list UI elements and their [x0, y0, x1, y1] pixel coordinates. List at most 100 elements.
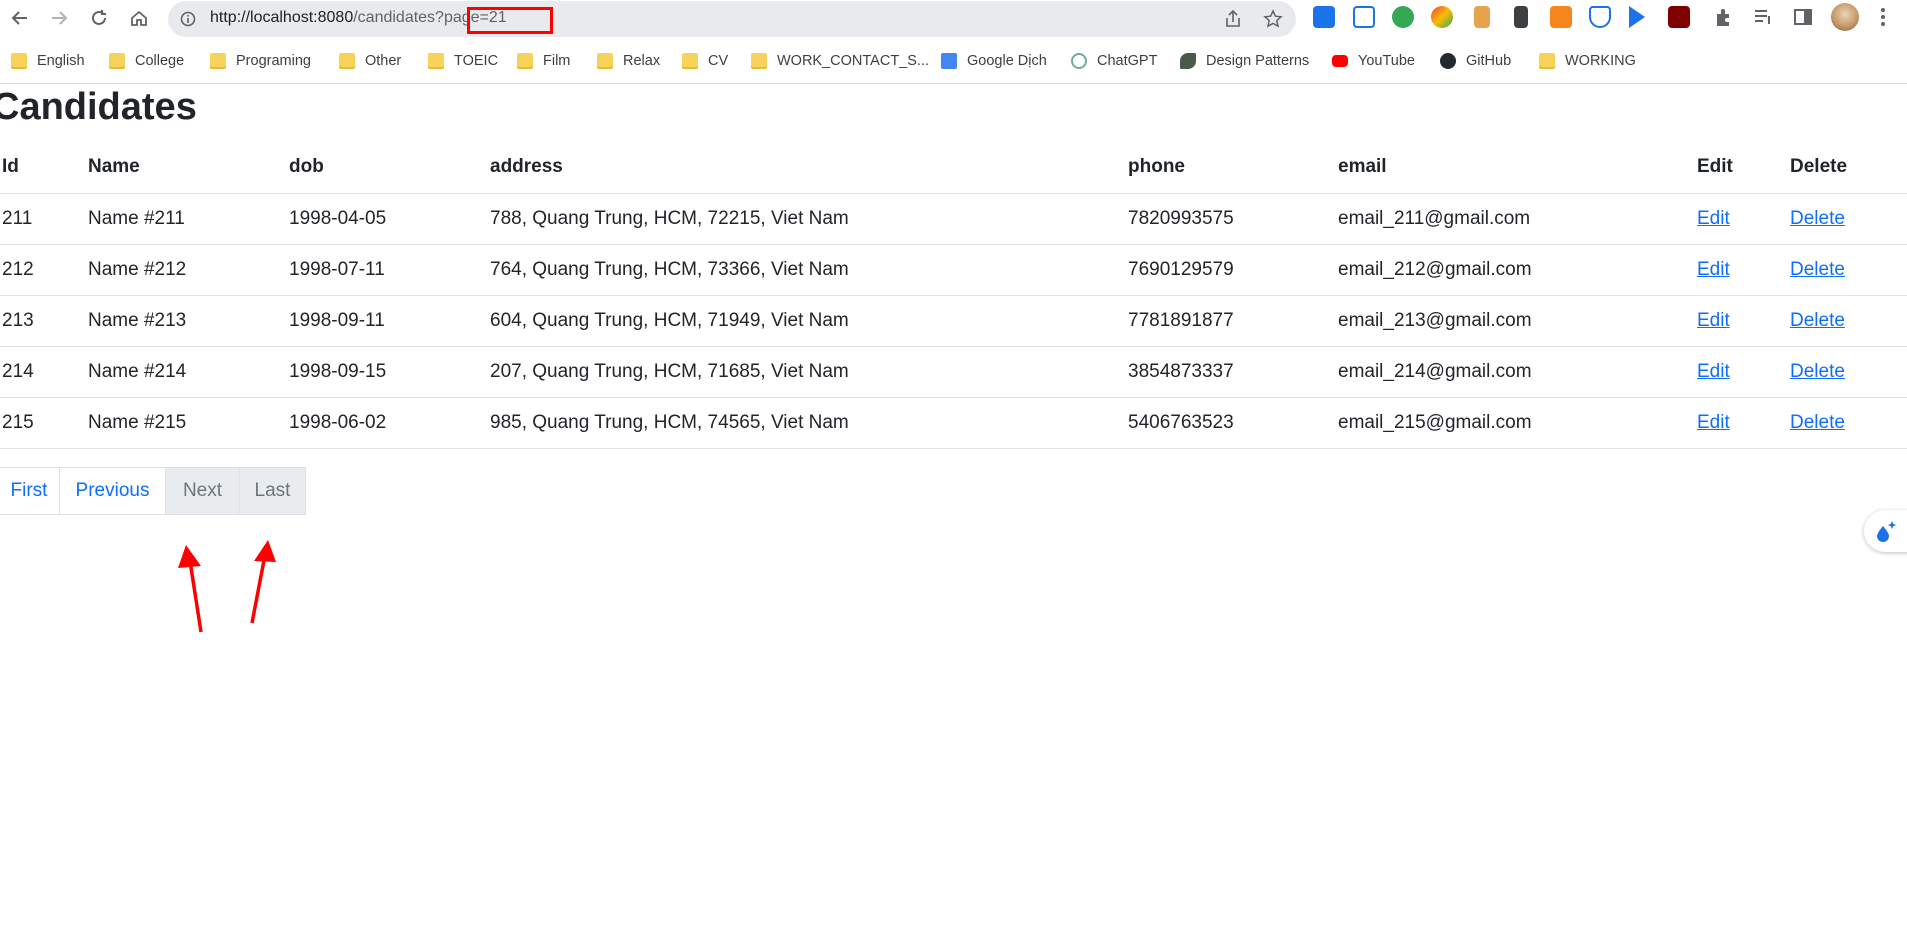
cell-phone: 7690129579 — [1128, 244, 1338, 296]
folder-icon — [109, 53, 125, 69]
pagination: First Previous Next Last — [0, 467, 306, 515]
cell-name: Name #213 — [88, 295, 289, 347]
cell-address: 207, Quang Trung, HCM, 71685, Viet Nam — [490, 346, 1128, 398]
bookmark-label: Relax — [623, 53, 661, 69]
edit-link[interactable]: Edit — [1697, 208, 1730, 229]
column-header-dob: dob — [289, 142, 490, 194]
back-arrow-icon — [11, 11, 27, 25]
bookmark-college[interactable]: College — [109, 50, 184, 72]
bookmark-label: CV — [708, 53, 729, 69]
delete-link[interactable]: Delete — [1790, 310, 1845, 331]
bookmark-relax[interactable]: Relax — [597, 50, 660, 72]
design-patterns-icon — [1180, 53, 1196, 69]
bookmark-label: Other — [365, 53, 402, 69]
bookmark-film[interactable]: Film — [517, 50, 570, 72]
cell-email: email_213@gmail.com — [1338, 295, 1697, 347]
bookmark-other[interactable]: Other — [339, 50, 401, 72]
youtube-icon — [1332, 55, 1348, 67]
color-extension-icon[interactable] — [1431, 6, 1453, 28]
bookmark-work-contact[interactable]: WORK_CONTACT_S... — [751, 50, 929, 72]
bookmark-cv[interactable]: CV — [682, 50, 728, 72]
cell-delete: Delete — [1790, 295, 1907, 347]
table-row: 215 Name #215 1998-06-02 985, Quang Trun… — [0, 397, 1907, 449]
extensions-puzzle-icon[interactable] — [1713, 6, 1735, 28]
folder-icon — [751, 53, 767, 69]
cell-dob: 1998-09-15 — [289, 346, 490, 398]
browser-menu-icon[interactable] — [1872, 6, 1894, 28]
metamask-extension-icon[interactable] — [1550, 6, 1572, 28]
url-highlight-box — [467, 7, 553, 34]
ublock-extension-icon[interactable] — [1668, 6, 1690, 28]
bookmark-design-patterns[interactable]: Design Patterns — [1180, 50, 1309, 72]
url-text[interactable]: http://localhost:8080/candidates?page=21 — [210, 9, 507, 27]
cell-edit: Edit — [1697, 346, 1790, 398]
delete-link[interactable]: Delete — [1790, 259, 1845, 280]
cell-dob: 1998-07-11 — [289, 244, 490, 296]
reading-list-icon[interactable] — [1752, 6, 1774, 28]
site-info-icon[interactable] — [180, 11, 196, 27]
browser-chrome: http://localhost:8080/candidates?page=21… — [0, 0, 1907, 84]
mail-extension-icon[interactable] — [1353, 6, 1375, 28]
pagination-first-button[interactable]: First — [0, 467, 60, 515]
folder-icon — [597, 53, 613, 69]
page-title: Candidates — [0, 86, 197, 128]
share-icon[interactable] — [1223, 9, 1243, 29]
cell-delete: Delete — [1790, 346, 1907, 398]
bookmark-label: GitHub — [1466, 53, 1512, 69]
bookmark-working[interactable]: WORKING — [1539, 50, 1636, 72]
home-icon — [131, 10, 147, 26]
floating-assistant-button[interactable] — [1864, 510, 1907, 552]
bookmark-toeic[interactable]: TOEIC — [428, 50, 498, 72]
column-header-delete: Delete — [1790, 142, 1907, 194]
home-button[interactable] — [124, 4, 154, 32]
raindrop-extension-icon[interactable] — [1313, 6, 1335, 28]
delete-link[interactable]: Delete — [1790, 412, 1845, 433]
cell-email: email_214@gmail.com — [1338, 346, 1697, 398]
cursor-extension-icon[interactable] — [1629, 6, 1645, 28]
edit-link[interactable]: Edit — [1697, 310, 1730, 331]
column-header-name: Name — [88, 142, 289, 194]
cell-email: email_215@gmail.com — [1338, 397, 1697, 449]
cell-id: 215 — [0, 397, 88, 449]
bookmark-label: ChatGPT — [1097, 53, 1158, 69]
forward-button[interactable] — [44, 4, 74, 32]
bookmark-english[interactable]: English — [11, 50, 85, 72]
shield-extension-icon[interactable] — [1589, 6, 1611, 28]
bookmark-chatgpt[interactable]: ChatGPT — [1071, 50, 1157, 72]
pagination-next-button: Next — [165, 467, 240, 515]
bookmark-label: TOEIC — [454, 53, 499, 69]
bookmarks-bar: English College Programing Other TOEIC F… — [0, 46, 1907, 76]
bookmark-youtube[interactable]: YouTube — [1332, 50, 1415, 72]
edit-link[interactable]: Edit — [1697, 361, 1730, 382]
table-row: 214 Name #214 1998-09-15 207, Quang Trun… — [0, 346, 1907, 398]
edit-link[interactable]: Edit — [1697, 412, 1730, 433]
cell-edit: Edit — [1697, 295, 1790, 347]
delete-link[interactable]: Delete — [1790, 361, 1845, 382]
column-header-id: Id — [0, 142, 88, 194]
folder-icon — [210, 53, 226, 69]
back-button[interactable] — [5, 4, 35, 32]
bookmark-programing[interactable]: Programing — [210, 50, 311, 72]
google-translate-icon — [941, 53, 957, 69]
reload-icon — [92, 10, 106, 25]
profile-avatar[interactable] — [1831, 3, 1859, 31]
stairs-extension-icon[interactable] — [1474, 6, 1490, 28]
bookmark-star-icon[interactable] — [1263, 9, 1283, 29]
edit-link[interactable]: Edit — [1697, 259, 1730, 280]
cell-id: 211 — [0, 193, 88, 245]
cell-edit: Edit — [1697, 397, 1790, 449]
cell-phone: 7820993575 — [1128, 193, 1338, 245]
bookmark-google-dich[interactable]: Google Dịch — [941, 50, 1047, 72]
battery-extension-icon[interactable] — [1514, 6, 1528, 28]
folder-icon — [517, 53, 533, 69]
green-extension-icon[interactable] — [1392, 6, 1414, 28]
reload-button[interactable] — [84, 4, 114, 32]
delete-link[interactable]: Delete — [1790, 208, 1845, 229]
address-bar[interactable]: http://localhost:8080/candidates?page=21 — [168, 1, 1296, 37]
cell-email: email_211@gmail.com — [1338, 193, 1697, 245]
pagination-previous-button[interactable]: Previous — [59, 467, 166, 515]
bookmark-github[interactable]: GitHub — [1440, 50, 1511, 72]
side-panel-icon[interactable] — [1792, 6, 1814, 28]
folder-icon — [339, 53, 355, 69]
annotation-arrows — [178, 540, 276, 633]
